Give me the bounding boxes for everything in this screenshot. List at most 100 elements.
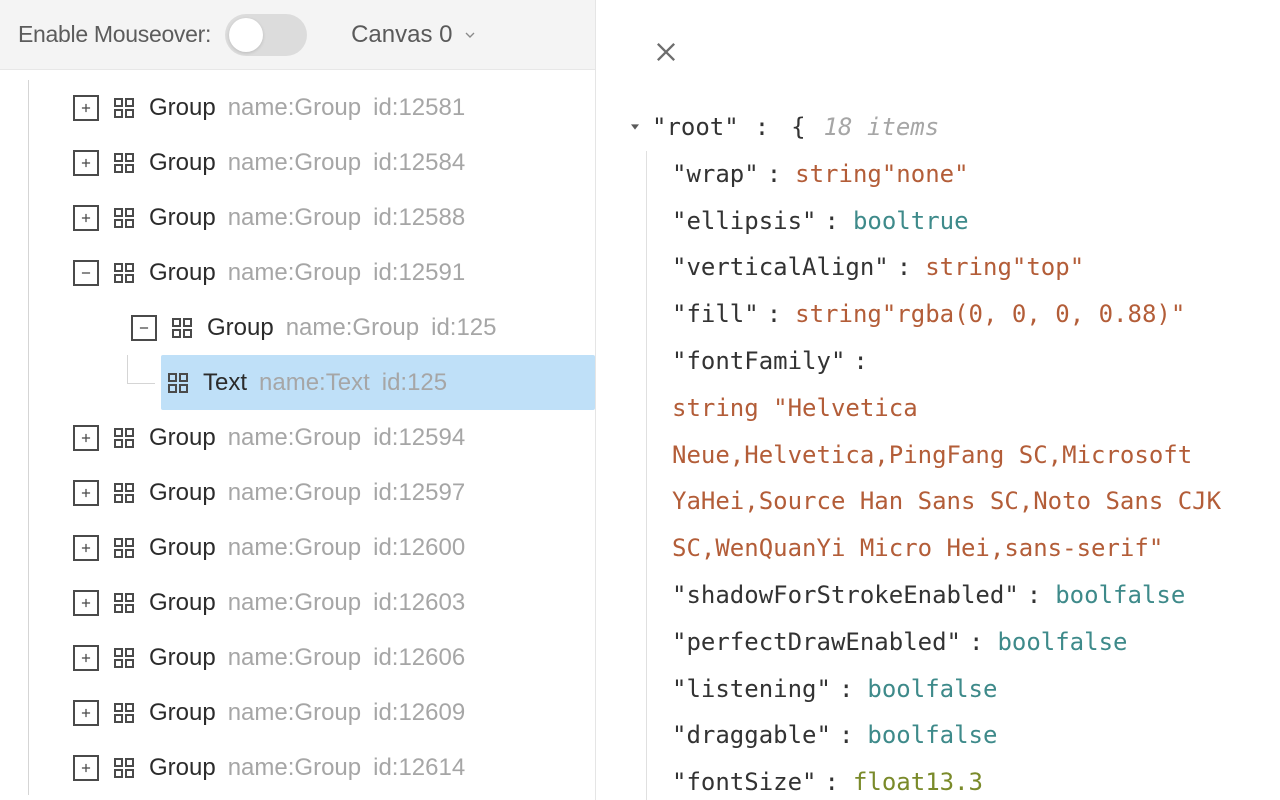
grid-icon <box>111 535 137 561</box>
close-button[interactable] <box>644 30 688 74</box>
json-key: "verticalAlign" <box>672 244 889 291</box>
node-type: Group <box>149 204 216 232</box>
json-prop[interactable]: "fill":string "rgba(0, 0, 0, 0.88)" <box>626 291 1260 338</box>
json-type: bool <box>867 712 925 759</box>
toolbar: Enable Mouseover: Canvas 0 <box>0 0 595 70</box>
node-id-label: id:12609 <box>373 699 465 727</box>
tree-row[interactable]: Groupname:Groupid:12584 <box>0 135 595 190</box>
json-prop[interactable]: "verticalAlign":string "top" <box>626 244 1260 291</box>
toggle-knob <box>229 18 263 52</box>
json-prop[interactable]: "wrap":string "none" <box>626 151 1260 198</box>
json-key: "draggable" <box>672 712 831 759</box>
expand-icon[interactable] <box>73 205 99 231</box>
json-key: "fontFamily" <box>672 338 845 385</box>
node-id-label: id:12614 <box>373 754 465 782</box>
json-key: "listening" <box>672 666 831 713</box>
json-value: "top" <box>1012 244 1084 291</box>
node-type: Group <box>149 699 216 727</box>
json-prop[interactable]: "fontFamily": <box>626 338 1260 385</box>
node-name-label: name:Group <box>228 644 361 672</box>
json-prop[interactable]: "ellipsis":bool true <box>626 198 1260 245</box>
left-panel: Enable Mouseover: Canvas 0 Groupname:Gro… <box>0 0 596 800</box>
node-name-label: name:Group <box>228 259 361 287</box>
expand-icon[interactable] <box>73 535 99 561</box>
json-value: "none" <box>882 151 969 198</box>
collapse-icon[interactable] <box>131 315 157 341</box>
grid-icon <box>111 480 137 506</box>
expand-icon[interactable] <box>73 645 99 671</box>
tree: Groupname:Groupid:12581Groupname:Groupid… <box>0 70 595 800</box>
tree-row[interactable]: Groupname:Groupid:12609 <box>0 685 595 740</box>
tree-row[interactable]: Textname:Textid:125 <box>0 355 595 410</box>
grid-icon <box>165 370 191 396</box>
tree-row[interactable]: Groupname:Groupid:125 <box>0 300 595 355</box>
node-name-label: name:Group <box>228 589 361 617</box>
json-type: bool <box>853 198 911 245</box>
expand-icon[interactable] <box>73 95 99 121</box>
grid-icon <box>111 260 137 286</box>
tree-row[interactable]: Groupname:Groupid:12581 <box>0 80 595 135</box>
node-name-label: name:Group <box>228 754 361 782</box>
canvas-label: Canvas 0 <box>351 21 452 49</box>
expand-icon[interactable] <box>73 755 99 781</box>
json-value: string "Helvetica Neue,Helvetica,PingFan… <box>626 385 1260 572</box>
json-prop[interactable]: "draggable":bool false <box>626 712 1260 759</box>
node-name-label: name:Group <box>228 534 361 562</box>
expand-icon[interactable] <box>73 700 99 726</box>
node-name-label: name:Group <box>228 204 361 232</box>
node-id-label: id:12591 <box>373 259 465 287</box>
tree-row[interactable]: Groupname:Groupid:12594 <box>0 410 595 465</box>
json-type: bool <box>867 666 925 713</box>
json-value: false <box>925 712 997 759</box>
expand-icon[interactable] <box>73 150 99 176</box>
node-type: Group <box>149 424 216 452</box>
json-prop[interactable]: "shadowForStrokeEnabled":bool false <box>626 572 1260 619</box>
tree-guide <box>28 740 29 795</box>
node-id-label: id:12603 <box>373 589 465 617</box>
mouseover-label: Enable Mouseover: <box>18 21 211 48</box>
json-type: float <box>853 759 925 800</box>
node-id-label: id:12600 <box>373 534 465 562</box>
json-value: true <box>911 198 969 245</box>
json-value: false <box>1055 619 1127 666</box>
expand-icon[interactable] <box>73 480 99 506</box>
node-type: Group <box>149 754 216 782</box>
collapse-icon[interactable] <box>73 260 99 286</box>
node-id-label: id:12594 <box>373 424 465 452</box>
json-type: bool <box>1055 572 1113 619</box>
node-id-label: id:12584 <box>373 149 465 177</box>
tree-row[interactable]: Groupname:Groupid:12600 <box>0 520 595 575</box>
json-viewer: "root":{18 items"wrap":string "none""ell… <box>616 104 1260 800</box>
node-name-label: name:Group <box>286 314 419 342</box>
node-type: Group <box>149 589 216 617</box>
tree-row[interactable]: Groupname:Groupid:12591 <box>0 245 595 300</box>
tree-guide <box>28 410 29 465</box>
json-items-hint: 18 items <box>824 104 940 151</box>
json-prop[interactable]: "listening":bool false <box>626 666 1260 713</box>
grid-icon <box>111 645 137 671</box>
json-key: "perfectDrawEnabled" <box>672 619 961 666</box>
caret-down-icon[interactable] <box>626 118 644 136</box>
grid-icon <box>111 205 137 231</box>
json-prop[interactable]: "fontSize":float 13.3 <box>626 759 1260 800</box>
json-value: 13.3 <box>925 759 983 800</box>
json-type: string <box>795 151 882 198</box>
mouseover-toggle[interactable] <box>225 14 307 56</box>
json-key: "ellipsis" <box>672 198 817 245</box>
tree-row[interactable]: Groupname:Groupid:12588 <box>0 190 595 245</box>
node-type: Group <box>149 94 216 122</box>
json-prop[interactable]: "perfectDrawEnabled":bool false <box>626 619 1260 666</box>
canvas-select[interactable]: Canvas 0 <box>351 21 478 49</box>
tree-row[interactable]: Groupname:Groupid:12606 <box>0 630 595 685</box>
tree-row[interactable]: Groupname:Groupid:12597 <box>0 465 595 520</box>
expand-icon[interactable] <box>73 425 99 451</box>
json-value: false <box>1113 572 1185 619</box>
grid-icon <box>111 150 137 176</box>
node-name-label: name:Text <box>259 369 370 397</box>
tree-row[interactable]: Group name:Group id:12614 <box>0 740 595 795</box>
expand-icon[interactable] <box>73 590 99 616</box>
json-key: "fill" <box>672 291 759 338</box>
grid-icon <box>111 700 137 726</box>
tree-row[interactable]: Group name:Group id:12603 <box>0 575 595 630</box>
json-type: bool <box>997 619 1055 666</box>
